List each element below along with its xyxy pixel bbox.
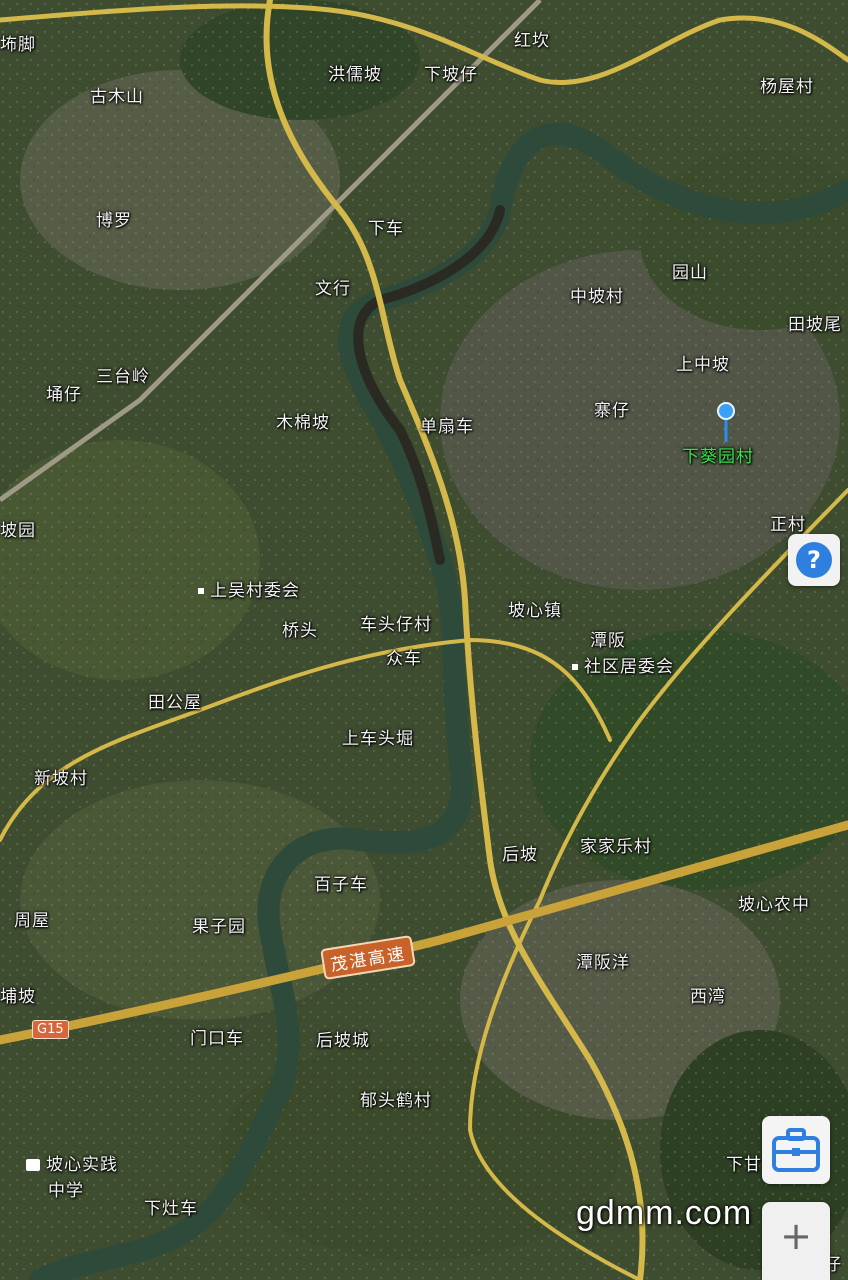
place-label: 潭阪洋 <box>576 953 630 973</box>
place-label: 家家乐村 <box>580 837 652 857</box>
place-label: 周屋 <box>14 911 50 931</box>
place-label: 上中坡 <box>676 355 730 375</box>
place-label: 果子园 <box>192 917 246 937</box>
poi-dot-icon <box>572 664 578 670</box>
poi-label: 坡心实践 <box>26 1150 118 1175</box>
place-label: 单扇车 <box>420 417 474 437</box>
place-label: 后坡 <box>502 845 538 865</box>
place-label: 园山 <box>672 263 708 283</box>
place-label: 中坡村 <box>570 287 624 307</box>
place-label: 潭阪 <box>590 631 626 651</box>
place-label: 木棉坡 <box>276 413 330 433</box>
place-label: 文行 <box>315 279 351 299</box>
poi-label: 社区居委会 <box>572 652 674 677</box>
place-label: 埔坡 <box>0 987 36 1007</box>
place-label: 三台岭 <box>96 367 150 387</box>
place-label: 车头仔村 <box>360 615 432 635</box>
zoom-in-button[interactable]: + <box>762 1202 830 1280</box>
place-label: 桥头 <box>282 621 318 641</box>
place-label: 下灶车 <box>144 1199 198 1219</box>
help-icon: ? <box>796 542 832 578</box>
place-label: 杨屋村 <box>760 77 814 97</box>
place-label: 后坡城 <box>316 1031 370 1051</box>
watermark: gdmm.com <box>576 1194 753 1232</box>
place-label: 博罗 <box>96 211 132 231</box>
place-label: 中学 <box>48 1181 84 1201</box>
help-button[interactable]: ? <box>788 534 840 586</box>
place-label: 正村 <box>770 515 806 535</box>
place-label: 古木山 <box>90 87 144 107</box>
place-label: 洪儒坡 <box>328 65 382 85</box>
place-label: 红坎 <box>514 31 550 51</box>
place-label: 上车头堀 <box>342 729 414 749</box>
school-icon <box>26 1159 40 1171</box>
briefcase-icon <box>772 1128 820 1172</box>
toolbox-button[interactable] <box>762 1116 830 1184</box>
place-label: 下甘 <box>726 1155 762 1175</box>
place-label: 下坡仔 <box>424 65 478 85</box>
place-label: 田坡尾 <box>788 315 842 335</box>
place-label: 坡园 <box>0 521 36 541</box>
poi-label: 上吴村委会 <box>198 576 300 601</box>
place-label: 㘵脚 <box>0 35 36 55</box>
place-label: 新坡村 <box>34 769 88 789</box>
place-label: 寨仔 <box>594 401 630 421</box>
place-label: 田公屋 <box>148 693 202 713</box>
plus-icon: + <box>780 1214 812 1258</box>
g15-shield: G15 <box>32 1020 69 1039</box>
place-label: 郁头鹤村 <box>360 1091 432 1111</box>
place-label: 下车 <box>368 219 404 239</box>
place-label: 西湾 <box>690 987 726 1007</box>
place-label: 门口车 <box>190 1029 244 1049</box>
place-label: 坡心镇 <box>508 601 562 621</box>
location-pin-icon[interactable] <box>717 402 735 446</box>
poi-dot-icon <box>198 588 204 594</box>
place-label: 埇仔 <box>46 385 82 405</box>
place-label: 坡心农中 <box>738 895 810 915</box>
place-label: 百子车 <box>314 875 368 895</box>
place-label: 众车 <box>386 649 422 669</box>
